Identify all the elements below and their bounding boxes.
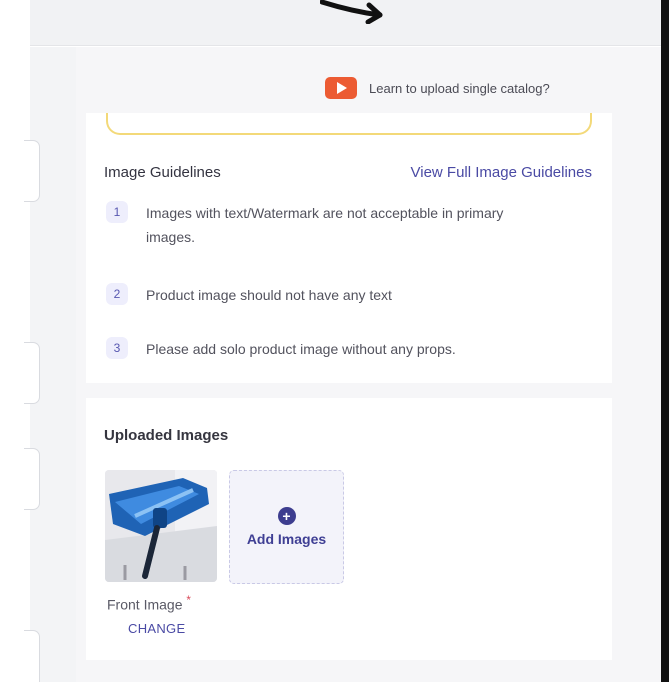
learn-upload-label: Learn to upload single catalog? bbox=[369, 80, 550, 96]
learn-upload-link[interactable]: Learn to upload single catalog? bbox=[325, 77, 550, 99]
left-input-field[interactable] bbox=[24, 342, 40, 404]
screen: Learn to upload single catalog? Image Gu… bbox=[0, 0, 669, 682]
guideline-number: 1 bbox=[106, 201, 128, 223]
highlight-border bbox=[106, 113, 592, 135]
uploaded-images-card: Uploaded Images + Add Images Front Image… bbox=[86, 398, 612, 660]
top-bar bbox=[30, 0, 661, 46]
left-input-field[interactable] bbox=[24, 630, 40, 682]
guidelines-title: Image Guidelines bbox=[104, 164, 221, 181]
pen-scribble-icon bbox=[320, 0, 383, 24]
guideline-text: Images with text/Watermark are not accep… bbox=[146, 205, 504, 245]
change-image-link[interactable]: CHANGE bbox=[128, 621, 185, 636]
front-image-label: Front Image bbox=[107, 596, 183, 613]
required-marker: * bbox=[186, 594, 191, 607]
guideline-item: 1 Images with text/Watermark are not acc… bbox=[106, 201, 556, 249]
left-gutter bbox=[0, 0, 30, 682]
add-images-label: Add Images bbox=[246, 531, 327, 547]
view-guidelines-link[interactable]: View Full Image Guidelines bbox=[411, 164, 592, 181]
guideline-text: Please add solo product image without an… bbox=[146, 341, 456, 357]
guideline-number: 3 bbox=[106, 337, 128, 359]
guideline-item: 2 Product image should not have any text bbox=[106, 283, 556, 307]
guideline-item: 3 Please add solo product image without … bbox=[106, 337, 556, 361]
youtube-play-icon bbox=[325, 77, 357, 99]
right-edge bbox=[661, 0, 669, 682]
product-image bbox=[105, 470, 217, 582]
front-image-caption: Front Image * bbox=[107, 594, 191, 613]
guideline-number: 2 bbox=[106, 283, 128, 305]
image-guidelines-card: Image Guidelines View Full Image Guideli… bbox=[86, 113, 612, 383]
left-input-field[interactable] bbox=[24, 140, 40, 202]
plus-circle-icon: + bbox=[277, 507, 296, 525]
add-images-button[interactable]: + Add Images bbox=[229, 470, 344, 584]
front-image-thumbnail[interactable] bbox=[105, 470, 217, 582]
uploaded-images-title: Uploaded Images bbox=[104, 427, 229, 444]
guideline-text: Product image should not have any text bbox=[146, 287, 392, 303]
left-input-field[interactable] bbox=[24, 448, 40, 510]
